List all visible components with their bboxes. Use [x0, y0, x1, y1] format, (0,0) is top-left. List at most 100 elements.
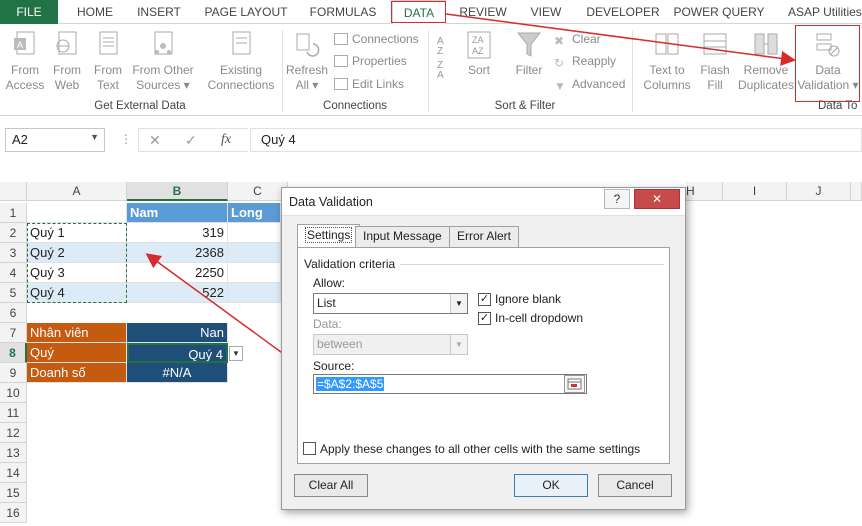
filter-button[interactable]: Filter — [510, 30, 548, 78]
tab-review[interactable]: REVIEW — [452, 0, 514, 24]
remove-duplicates-button[interactable]: Remove Duplicates — [736, 30, 796, 93]
row-header[interactable]: 3 — [0, 243, 27, 263]
tab-settings[interactable]: Settings — [297, 224, 361, 247]
filter-icon — [516, 32, 542, 57]
cell-b7[interactable]: Nan — [127, 323, 228, 343]
row-header[interactable]: 15 — [0, 483, 27, 503]
tab-data[interactable]: DATA — [392, 0, 446, 25]
tab-input-message[interactable]: Input Message — [355, 226, 450, 247]
insert-function-icon[interactable]: fx — [221, 132, 231, 148]
column-header-j[interactable]: J — [787, 182, 851, 201]
row-header[interactable]: 7 — [0, 323, 27, 343]
column-header-c[interactable]: C — [228, 182, 288, 201]
name-box[interactable]: A2 ▼ — [5, 128, 105, 152]
svg-text:Z: Z — [437, 46, 443, 57]
from-web-button[interactable]: From Web — [48, 30, 86, 93]
cell-c5[interactable] — [228, 283, 281, 303]
row-header[interactable]: 6 — [0, 303, 27, 323]
sort-button[interactable]: ZA AZ Sort — [460, 30, 498, 78]
row-header[interactable]: 1 — [0, 203, 27, 223]
criteria-divider — [400, 264, 664, 265]
cell-b8[interactable]: Quý 4 — [127, 343, 228, 363]
cell-a1[interactable] — [27, 203, 127, 223]
properties-icon — [334, 55, 348, 67]
collapse-dialog-button[interactable] — [564, 375, 585, 393]
tab-developer[interactable]: DEVELOPER — [578, 0, 668, 24]
sort-az-button[interactable]: AZZA — [434, 32, 456, 83]
source-input[interactable]: =$A$2:$A$5 — [313, 374, 587, 394]
row-header[interactable]: 9 — [0, 363, 27, 383]
tab-error-alert[interactable]: Error Alert — [449, 226, 520, 247]
column-header-b[interactable]: B — [127, 182, 228, 201]
cell-b9[interactable]: #N/A — [127, 363, 228, 383]
edit-links-button[interactable]: Edit Links — [334, 75, 404, 93]
enter-icon[interactable]: ✓ — [185, 132, 197, 149]
ignore-blank-checkbox[interactable]: ✓ — [478, 293, 491, 306]
from-access-button[interactable]: A From Access — [4, 30, 46, 93]
row-header[interactable]: 2 — [0, 223, 27, 243]
cell-c2[interactable] — [228, 223, 281, 243]
cell-dropdown-arrow-icon[interactable]: ▼ — [229, 346, 243, 361]
row-header[interactable]: 8 — [0, 343, 27, 363]
cancel-icon[interactable]: ✕ — [149, 132, 161, 149]
cell-b4[interactable]: 2250 — [127, 263, 228, 283]
tab-view[interactable]: VIEW — [522, 0, 570, 24]
ok-button[interactable]: OK — [514, 474, 588, 497]
column-header-h[interactable]: H — [686, 182, 723, 201]
row-header[interactable]: 5 — [0, 283, 27, 303]
tab-asap-utilities[interactable]: ASAP Utilities — [774, 0, 862, 24]
cell-a8[interactable]: Quý — [27, 343, 127, 363]
cell-a9[interactable]: Doanh số — [27, 363, 127, 383]
flash-fill-button[interactable]: Flash Fill — [696, 30, 734, 93]
row-header[interactable]: 12 — [0, 423, 27, 443]
row-header[interactable]: 11 — [0, 403, 27, 423]
cell-c3[interactable] — [228, 243, 281, 263]
clear-all-button[interactable]: Clear All — [294, 474, 368, 497]
row-header[interactable]: 14 — [0, 463, 27, 483]
cell-c1[interactable]: Long — [228, 203, 281, 223]
cell-b2[interactable]: 319 — [127, 223, 228, 243]
refresh-all-button[interactable]: Refresh All ▾ — [285, 30, 329, 93]
cancel-button[interactable]: Cancel — [598, 474, 672, 497]
properties-button[interactable]: Properties — [334, 52, 407, 70]
data-validation-button[interactable]: Data Validation ▾ — [797, 30, 859, 93]
cell-a7[interactable]: Nhân viên — [27, 323, 127, 343]
sort-icon: ZAAZ — [467, 31, 491, 59]
help-button[interactable]: ? — [604, 189, 630, 209]
select-all-corner[interactable] — [0, 182, 27, 201]
advanced-filter-button[interactable]: ▼ Advanced — [554, 75, 625, 93]
cell-b3[interactable]: 2368 — [127, 243, 228, 263]
tab-file[interactable]: FILE — [0, 0, 58, 24]
formula-bar: A2 ▼ ⋮ ✕ ✓ fx Quý 4 — [0, 116, 862, 166]
column-header-k[interactable] — [851, 182, 862, 201]
clear-filter-button[interactable]: ✖ Clear — [554, 30, 601, 48]
tab-power-query[interactable]: POWER QUERY — [672, 0, 766, 24]
reapply-button[interactable]: ↻ Reapply — [554, 52, 616, 70]
allow-select[interactable]: List ▼ — [313, 293, 468, 314]
text-to-columns-icon — [655, 33, 679, 55]
cell-c4[interactable] — [228, 263, 281, 283]
from-text-button[interactable]: From Text — [89, 30, 127, 93]
tab-home[interactable]: HOME — [66, 0, 124, 24]
formula-input[interactable]: Quý 4 — [250, 128, 862, 152]
cell-b1[interactable]: Nam — [127, 203, 228, 223]
connections-button[interactable]: Connections — [334, 30, 419, 48]
chevron-down-icon: ▼ — [90, 132, 99, 142]
row-header[interactable]: 13 — [0, 443, 27, 463]
row-header[interactable]: 16 — [0, 503, 27, 523]
existing-connections-button[interactable]: Existing Connections — [203, 30, 279, 93]
text-file-icon — [99, 31, 118, 55]
column-header-a[interactable]: A — [27, 182, 127, 201]
text-to-columns-button[interactable]: Text to Columns — [638, 30, 696, 93]
tab-page-layout[interactable]: PAGE LAYOUT — [198, 0, 294, 24]
cell-b5[interactable]: 522 — [127, 283, 228, 303]
close-button[interactable]: ✕ — [634, 189, 680, 209]
in-cell-dropdown-checkbox[interactable]: ✓ — [478, 312, 491, 325]
tab-formulas[interactable]: FORMULAS — [302, 0, 384, 24]
column-header-i[interactable]: I — [723, 182, 787, 201]
tab-insert[interactable]: INSERT — [128, 0, 190, 24]
row-header[interactable]: 4 — [0, 263, 27, 283]
apply-all-checkbox[interactable] — [303, 442, 316, 455]
row-header[interactable]: 10 — [0, 383, 27, 403]
from-other-sources-button[interactable]: From Other Sources ▾ — [129, 30, 197, 93]
